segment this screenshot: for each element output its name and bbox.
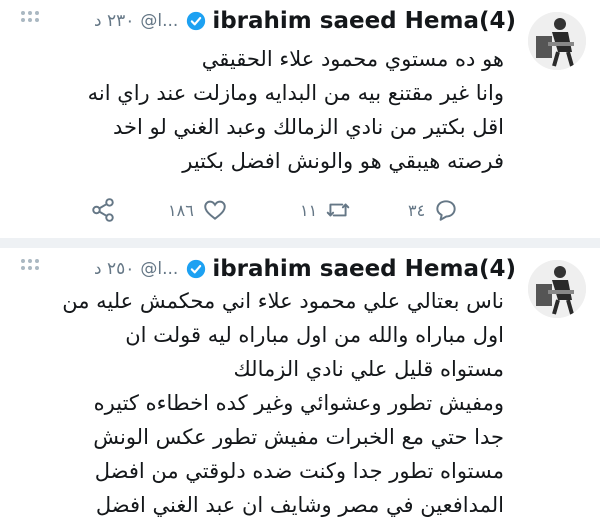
share-button[interactable] [90,190,116,230]
reply-icon [436,200,456,221]
user-name[interactable]: ibrahim saeed Hema(4) [212,256,516,282]
tweet-line: مستواه تطور جدا وكنت ضده دلوقتي من افضل [94,459,504,483]
retweet-button[interactable]: ١١ [300,190,351,230]
tweet-line: وانا غير مقتنع بيه من البدايه ومازلت عند… [87,81,504,105]
user-handle[interactable]: @ا... [140,259,178,279]
tweet-line: مستواه قليل علي نادي الزمالك [233,357,504,381]
reply-button[interactable]: ٣٤ [408,190,459,230]
avatar[interactable] [528,260,586,318]
more-icon[interactable] [18,8,42,32]
retweet-count: ١١ [300,200,318,220]
tweet-line: هو ده مستوي محمود علاء الحقيقي [201,47,504,71]
tweet-time: ٢٥٠ د [93,259,135,279]
like-button[interactable]: ١٨٦ [168,190,228,230]
like-count: ١٨٦ [168,200,194,220]
user-name[interactable]: ibrahim saeed Hema(4) [212,8,516,34]
tweet-line: اقل بكتير من نادي الزمالك وعبد الغني لو … [112,115,504,139]
tweet-line: ومفيش تطور وعشوائي وغير كده اخطاءه كتيره [93,391,504,415]
tweet-line: فرصته هيبقي هو والونش افضل بكتير [182,149,504,173]
tweet-header: ٢٣٠ د @ا... ibrahim saeed Hema(4) [94,4,516,38]
tweet-line: ناس بعتالي علي محمود علاء اني محكمش عليه… [62,289,504,313]
share-icon [92,198,114,222]
tweet-line: المدافعين في مصر وشايف ان عبد الغني افضل [95,493,504,517]
avatar[interactable] [528,12,586,70]
tweet-header: ٢٥٠ د @ا... ibrahim saeed Hema(4) [94,252,516,286]
reply-count: ٣٤ [408,200,426,220]
tweet-actions: ١٨٦ ١١ ٣٤ [90,190,490,230]
verified-icon [187,259,206,279]
tweet-time: ٢٣٠ د [93,11,135,31]
verified-icon [187,11,206,31]
like-icon [204,200,226,220]
more-icon[interactable] [18,256,42,280]
tweet-text: ناس بعتالي علي محمود علاء اني محكمش عليه… [24,284,504,522]
tweet-text: هو ده مستوي محمود علاء الحقيقي وانا غير … [24,42,504,178]
tweet-divider [0,238,600,248]
user-handle[interactable]: @ا... [140,11,178,31]
tweet-line: جدا حتي مع الخبرات مفيش تطور عكس الونش [93,425,504,449]
tweet-line: اول مباراه والله من اول مباراه ليه قولت … [125,323,504,347]
tweet[interactable]: ٢٣٠ د @ا... ibrahim saeed Hema(4) هو ده … [0,0,600,238]
retweet-icon [326,203,350,217]
tweet[interactable]: ٢٥٠ د @ا... ibrahim saeed Hema(4) ناس بع… [0,248,600,532]
